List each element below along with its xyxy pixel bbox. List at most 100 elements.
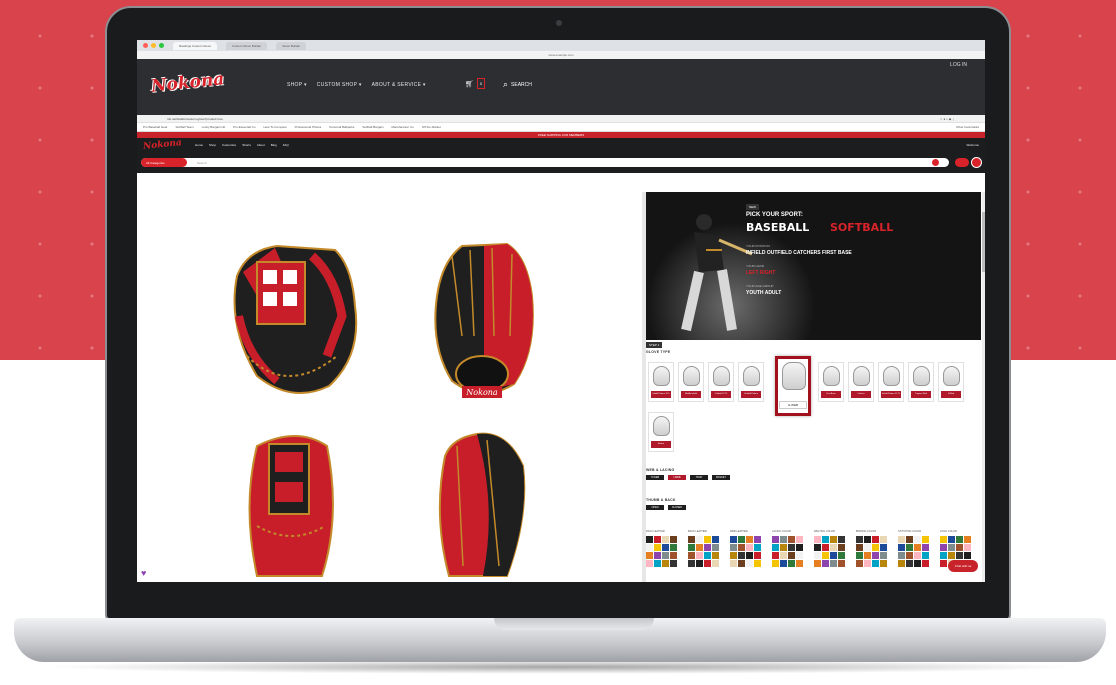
cart-button[interactable]: 🛒︎ 0: [465, 78, 486, 89]
glove-type-option[interactable]: Infield Pattern 11.5: [648, 362, 674, 402]
glove-palm-view[interactable]: [217, 236, 367, 406]
color-swatch[interactable]: [872, 560, 879, 567]
color-swatch[interactable]: [922, 544, 929, 551]
color-swatch[interactable]: [948, 552, 955, 559]
color-swatch[interactable]: [746, 560, 753, 567]
color-swatch[interactable]: [796, 560, 803, 567]
glove-type-option[interactable]: Outfield Pattern: [738, 362, 764, 402]
color-swatch[interactable]: [754, 544, 761, 551]
other-bookmarks[interactable]: Other bookmarks: [956, 125, 979, 129]
color-swatch[interactable]: [772, 544, 779, 551]
web-option[interactable]: TRAP: [690, 475, 708, 480]
sport-baseball[interactable]: BASEBALL: [746, 221, 809, 234]
inner-nav-item[interactable]: Blog: [271, 143, 277, 147]
bookmark[interactable]: Pro Essential Co: [233, 125, 255, 129]
color-swatch[interactable]: [662, 544, 669, 551]
color-swatch[interactable]: [864, 552, 871, 559]
color-swatch[interactable]: [670, 552, 677, 559]
color-swatch[interactable]: [780, 552, 787, 559]
color-swatch[interactable]: [772, 536, 779, 543]
color-swatch[interactable]: [696, 544, 703, 551]
color-swatch[interactable]: [754, 560, 761, 567]
bookmark[interactable]: Pro Baseball Gear: [143, 125, 168, 129]
glove-type-option[interactable]: Trapeze Web: [908, 362, 934, 402]
browser-tab[interactable]: Glove Builder: [276, 41, 307, 50]
color-swatch[interactable]: [914, 536, 921, 543]
banner-position-options[interactable]: INFIELD OUTFIELD CATCHERS FIRST BASE: [746, 250, 852, 256]
color-swatch[interactable]: [696, 552, 703, 559]
color-swatch[interactable]: [830, 560, 837, 567]
browser-extensions[interactable]: ☆ ● ◐ ◆ ⋮: [940, 117, 955, 121]
color-swatch[interactable]: [880, 552, 887, 559]
color-swatch[interactable]: [730, 536, 737, 543]
color-swatch[interactable]: [688, 560, 695, 567]
color-swatch[interactable]: [822, 536, 829, 543]
web-option[interactable]: BASKET: [712, 475, 730, 480]
nav-item-about[interactable]: ABOUT & SERVICE ▾: [372, 82, 426, 88]
color-swatch[interactable]: [746, 544, 753, 551]
glove-type-option[interactable]: Infield Pattern 11.75: [878, 362, 904, 402]
color-swatch[interactable]: [646, 552, 653, 559]
color-swatch[interactable]: [856, 536, 863, 543]
bookmark[interactable]: Off the Market: [422, 125, 441, 129]
color-swatch[interactable]: [964, 536, 971, 543]
color-swatch[interactable]: [880, 560, 887, 567]
color-swatch[interactable]: [822, 560, 829, 567]
thumb-option[interactable]: CLOSED: [668, 505, 686, 510]
inner-logo[interactable]: Nokona: [143, 138, 183, 152]
color-swatch[interactable]: [814, 544, 821, 551]
color-swatch[interactable]: [914, 560, 921, 567]
color-swatch[interactable]: [704, 536, 711, 543]
color-swatch[interactable]: [948, 544, 955, 551]
browser-tab[interactable]: Rawlings Custom Glove: [173, 41, 218, 50]
inner-search-icon[interactable]: [932, 159, 939, 166]
bookmark[interactable]: How To Compare: [264, 125, 287, 129]
color-swatch[interactable]: [830, 552, 837, 559]
color-swatch[interactable]: [704, 552, 711, 559]
color-swatch[interactable]: [696, 536, 703, 543]
color-swatch[interactable]: [788, 536, 795, 543]
search-button[interactable]: ⌕ SEARCH: [503, 79, 532, 90]
chat-button[interactable]: Chat with us: [948, 560, 978, 572]
color-swatch[interactable]: [856, 544, 863, 551]
color-swatch[interactable]: [964, 552, 971, 559]
color-swatch[interactable]: [772, 552, 779, 559]
color-swatch[interactable]: [898, 560, 905, 567]
inner-search-input[interactable]: [141, 158, 949, 167]
color-swatch[interactable]: [856, 560, 863, 567]
scrollbar[interactable]: [982, 192, 985, 582]
color-swatch[interactable]: [948, 536, 955, 543]
web-option[interactable]: I-WEB: [668, 475, 686, 480]
color-swatch[interactable]: [712, 560, 719, 567]
color-swatch[interactable]: [646, 544, 653, 551]
login-link[interactable]: LOG IN: [950, 62, 967, 68]
color-swatch[interactable]: [838, 560, 845, 567]
color-swatch[interactable]: [864, 560, 871, 567]
color-swatch[interactable]: [654, 560, 661, 567]
inner-nav-item[interactable]: Customize: [222, 143, 236, 147]
inner-nav-item[interactable]: About: [257, 143, 265, 147]
color-swatch[interactable]: [646, 536, 653, 543]
bookmark[interactable]: Professional Photos: [295, 125, 322, 129]
color-swatch[interactable]: [796, 544, 803, 551]
color-swatch[interactable]: [662, 552, 669, 559]
color-swatch[interactable]: [838, 552, 845, 559]
glove-type-option[interactable]: Middle Infield: [678, 362, 704, 402]
color-swatch[interactable]: [898, 544, 905, 551]
nav-item-custom-shop[interactable]: CUSTOM SHOP ▾: [317, 82, 362, 88]
color-swatch[interactable]: [688, 544, 695, 551]
color-swatch[interactable]: [898, 552, 905, 559]
inner-cart-button[interactable]: [955, 158, 969, 167]
color-swatch[interactable]: [814, 536, 821, 543]
close-window-icon[interactable]: [143, 43, 148, 48]
color-swatch[interactable]: [696, 560, 703, 567]
bookmark[interactable]: Softball Team: [176, 125, 194, 129]
color-swatch[interactable]: [872, 544, 879, 551]
color-swatch[interactable]: [730, 560, 737, 567]
color-swatch[interactable]: [964, 544, 971, 551]
inner-nav-item[interactable]: Home: [195, 143, 203, 147]
color-swatch[interactable]: [880, 536, 887, 543]
color-swatch[interactable]: [780, 536, 787, 543]
glove-side-view-right[interactable]: [427, 426, 537, 582]
color-swatch[interactable]: [864, 536, 871, 543]
